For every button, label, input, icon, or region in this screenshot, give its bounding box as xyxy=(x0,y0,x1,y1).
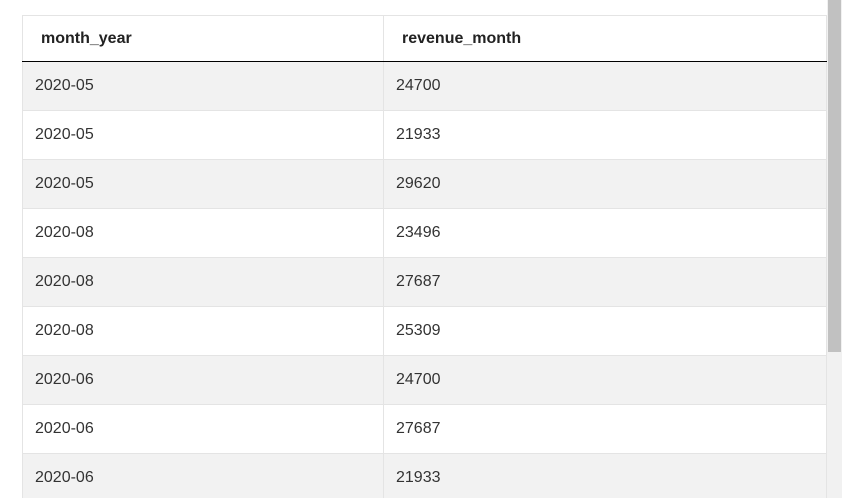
column-header-month-year[interactable]: month_year xyxy=(22,15,384,62)
cell-month-year: 2020-08 xyxy=(22,257,384,307)
cell-revenue-month: 21933 xyxy=(383,453,827,498)
cell-revenue-month: 21933 xyxy=(383,110,827,160)
cell-month-year: 2020-06 xyxy=(22,404,384,454)
cell-month-year: 2020-06 xyxy=(22,355,384,405)
cell-month-year: 2020-05 xyxy=(22,110,384,160)
cell-revenue-month: 24700 xyxy=(383,61,827,111)
header-row: month_year revenue_month xyxy=(22,15,827,62)
results-table: month_year revenue_month 2020-05 24700 2… xyxy=(22,15,827,498)
table-header: month_year revenue_month xyxy=(22,15,827,62)
table-row: 2020-08 25309 xyxy=(22,306,827,356)
cell-month-year: 2020-08 xyxy=(22,306,384,356)
cell-revenue-month: 23496 xyxy=(383,208,827,258)
cell-revenue-month: 25309 xyxy=(383,306,827,356)
table-row: 2020-05 21933 xyxy=(22,110,827,160)
table-row: 2020-08 23496 xyxy=(22,208,827,258)
cell-month-year: 2020-06 xyxy=(22,453,384,498)
results-viewport: month_year revenue_month 2020-05 24700 2… xyxy=(0,0,862,498)
table-row: 2020-05 29620 xyxy=(22,159,827,209)
table-row: 2020-06 24700 xyxy=(22,355,827,405)
cell-month-year: 2020-05 xyxy=(22,61,384,111)
table-row: 2020-06 21933 xyxy=(22,453,827,498)
cell-month-year: 2020-08 xyxy=(22,208,384,258)
cell-revenue-month: 27687 xyxy=(383,404,827,454)
vertical-scrollbar-thumb[interactable] xyxy=(828,0,841,352)
table-row: 2020-06 27687 xyxy=(22,404,827,454)
table-row: 2020-05 24700 xyxy=(22,61,827,111)
cell-month-year: 2020-05 xyxy=(22,159,384,209)
cell-revenue-month: 29620 xyxy=(383,159,827,209)
cell-revenue-month: 27687 xyxy=(383,257,827,307)
table-row: 2020-08 27687 xyxy=(22,257,827,307)
table-body: 2020-05 24700 2020-05 21933 2020-05 2962… xyxy=(22,61,827,498)
cell-revenue-month: 24700 xyxy=(383,355,827,405)
column-header-revenue-month[interactable]: revenue_month xyxy=(383,15,827,62)
